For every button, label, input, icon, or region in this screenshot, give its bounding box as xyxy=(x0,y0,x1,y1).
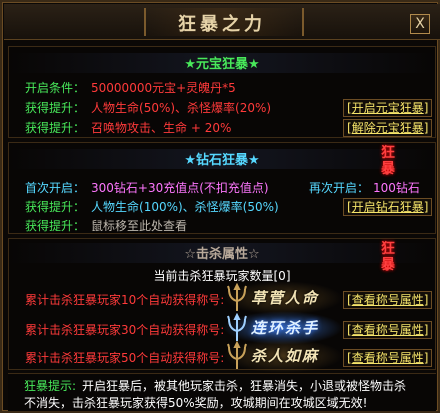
diamond-first-open-row: 首次开启： 300钻石+30充值点(不扣充值点) xyxy=(25,179,269,196)
row-value: 100钻石 xyxy=(373,181,420,195)
close-yuanbao-rage-link[interactable]: [解除元宝狂暴] xyxy=(343,119,433,137)
tips-label: 狂暴提示: xyxy=(24,379,77,393)
diamond-rage-section: ★钻石狂暴★ 狂 暴 首次开启： 300钻石+30充值点(不扣充值点) 再次开启：… xyxy=(8,142,436,234)
emblem-title-text: 杀人如麻 xyxy=(251,347,320,365)
yuanbao-condition-row: 开启条件： 50000000元宝+灵魄丹*5 xyxy=(25,79,236,96)
emblem-title-text: 草菅人命 xyxy=(251,289,320,307)
row-label: 再次开启： xyxy=(309,181,370,195)
rage-tips: 狂暴提示: 开启狂暴后，被其他玩家击杀，狂暴消失，小退或被怪物击杀 不消失，击杀狂… xyxy=(8,373,436,411)
seal-char: 狂 xyxy=(381,145,395,161)
open-diamond-rage-link[interactable]: [开启钻石狂暴] xyxy=(343,198,433,216)
row-label: 获得提升： xyxy=(25,200,86,214)
view-title-attributes-link-3[interactable]: [查看称号属性] xyxy=(343,349,433,367)
diamond-again-open-row: 再次开启： 100钻石 xyxy=(309,179,420,196)
row-label: 开启条件： xyxy=(25,81,86,95)
row-value: 人物生命(50%)、杀怪爆率(20%) xyxy=(91,101,272,115)
kill-reward-row-text: 累计击杀狂暴玩家10个自动获得称号: xyxy=(25,293,225,307)
tips-line-1: 狂暴提示: 开启狂暴后，被其他玩家击杀，狂暴消失，小退或被怪物击杀 xyxy=(24,377,406,394)
row-label: 获得提升： xyxy=(25,121,86,135)
view-title-attributes-link-2[interactable]: [查看称号属性] xyxy=(343,321,433,339)
title-bar[interactable]: 狂暴之力 X xyxy=(4,4,440,40)
link-text[interactable]: 解除元宝狂暴 xyxy=(352,121,424,135)
row-value: 召唤物攻击、生命 + 20% xyxy=(91,121,232,135)
row-value: 50000000元宝+灵魄丹*5 xyxy=(91,81,236,95)
yuanbao-bonus-row-2: 获得提升： 召唤物攻击、生命 + 20% xyxy=(25,119,231,136)
seal-char: 狂 xyxy=(381,241,395,257)
link-text[interactable]: 查看称号属性 xyxy=(352,293,424,307)
rage-power-window: 狂暴之力 X ★元宝狂暴★ 开启条件： 50000000元宝+灵魄丹*5 获得提升… xyxy=(0,0,440,413)
current-kill-count: 当前击杀狂暴玩家数量[0] xyxy=(153,269,291,283)
close-button[interactable]: X xyxy=(410,14,430,34)
kill-reward-row-text: 累计击杀狂暴玩家30个自动获得称号: xyxy=(25,323,225,337)
row-label: 首次开启： xyxy=(25,181,86,195)
kill-attributes-header: ☆击杀属性☆ xyxy=(9,243,435,263)
link-text[interactable]: 开启钻石狂暴 xyxy=(352,200,424,214)
title-emblem-3: 杀人如麻 xyxy=(223,339,343,373)
tips-text: 开启狂暴后，被其他玩家击杀，狂暴消失，小退或被怪物击杀 xyxy=(82,379,407,393)
link-text[interactable]: 查看称号属性 xyxy=(352,351,424,365)
hover-details-text[interactable]: 鼠标移至此处查看 xyxy=(91,219,187,233)
yuanbao-rage-header: ★元宝狂暴★ xyxy=(9,53,435,73)
row-label: 获得提升： xyxy=(25,219,86,233)
trident-icon xyxy=(227,283,247,311)
diamond-bonus-row-1: 获得提升： 人物生命(100%)、杀怪爆率(50%) xyxy=(25,198,279,215)
kill-attributes-section: ☆击杀属性☆ 狂 暴 当前击杀狂暴玩家数量[0] 累计击杀狂暴玩家10个自动获得… xyxy=(8,238,436,373)
kill-reward-row-text: 累计击杀狂暴玩家50个自动获得称号: xyxy=(25,351,225,365)
view-title-attributes-link-1[interactable]: [查看称号属性] xyxy=(343,291,433,309)
diamond-rage-header: ★钻石狂暴★ xyxy=(9,149,435,169)
rage-seal-icon: 狂 暴 xyxy=(379,145,397,177)
diamond-bonus-row-2: 获得提升： 鼠标移至此处查看 xyxy=(25,217,187,234)
link-text[interactable]: 开启元宝狂暴 xyxy=(352,101,424,115)
open-yuanbao-rage-link[interactable]: [开启元宝狂暴] xyxy=(343,99,433,117)
row-label: 获得提升： xyxy=(25,101,86,115)
title-emblem-1: 草菅人命 xyxy=(223,281,343,315)
window-title: 狂暴之力 xyxy=(178,14,266,35)
row-value: 人物生命(100%)、杀怪爆率(50%) xyxy=(91,200,279,214)
emblem-title-text: 连环杀手 xyxy=(251,319,320,337)
tips-line-2: 不消失，击杀狂暴玩家获得50%奖励，攻城期间在攻城区域无效! xyxy=(24,396,368,410)
row-value: 300钻石+30充值点(不扣充值点) xyxy=(91,181,269,195)
yuanbao-rage-section: ★元宝狂暴★ 开启条件： 50000000元宝+灵魄丹*5 获得提升： 人物生命(5… xyxy=(8,46,436,138)
link-text[interactable]: 查看称号属性 xyxy=(352,323,424,337)
yuanbao-bonus-row-1: 获得提升： 人物生命(50%)、杀怪爆率(20%) xyxy=(25,99,271,116)
trident-icon xyxy=(227,341,247,369)
seal-char: 暴 xyxy=(381,161,395,177)
